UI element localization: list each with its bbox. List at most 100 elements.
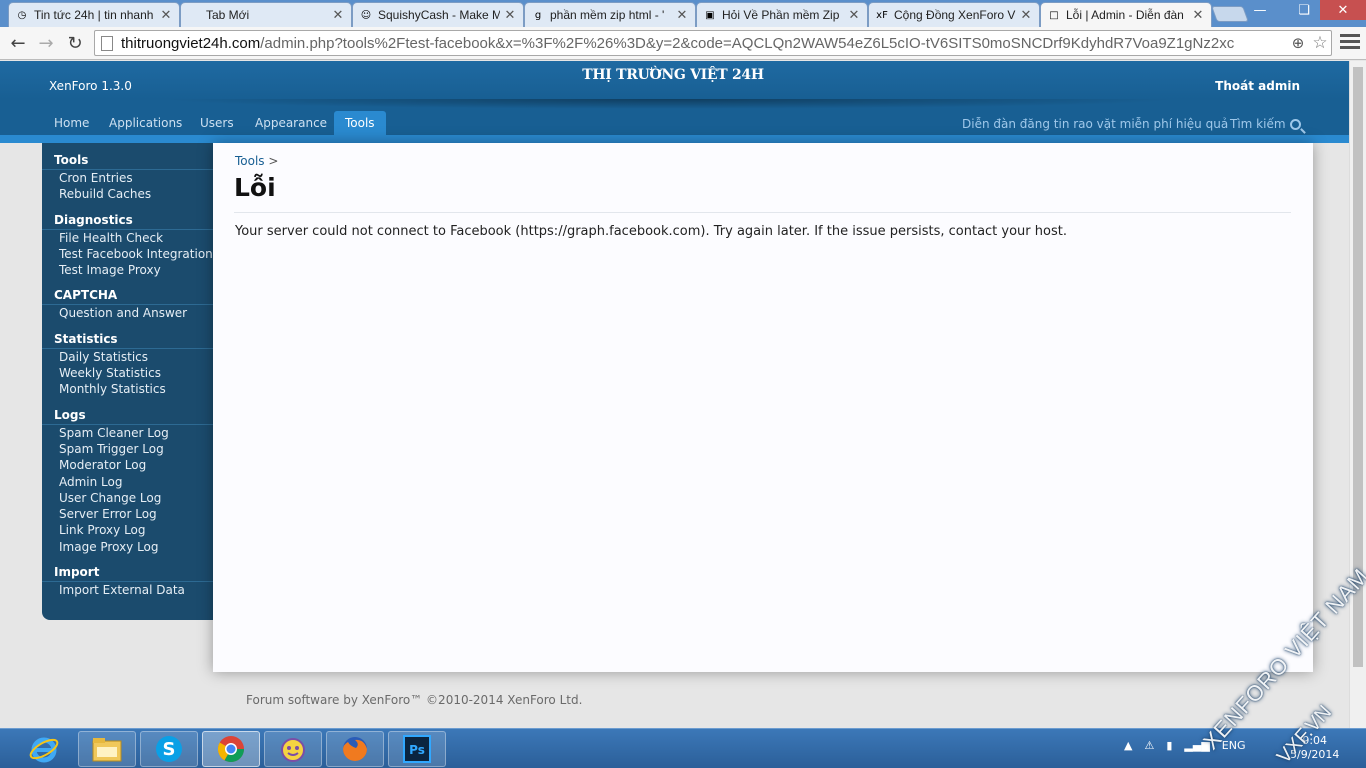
file-explorer-icon[interactable] <box>78 731 136 767</box>
sidebar-item-rebuild-caches[interactable]: Rebuild Caches <box>42 186 214 202</box>
sidebar-item-test-image-proxy[interactable]: Test Image Proxy <box>42 262 214 278</box>
bookmark-star-icon[interactable]: ☆ <box>1309 33 1331 53</box>
reload-button[interactable]: ↻ <box>63 32 87 54</box>
logout-link[interactable]: Thoát admin <box>1200 79 1300 93</box>
page-scrollbar[interactable] <box>1349 61 1366 728</box>
zoom-icon[interactable]: ⊕ <box>1287 34 1309 52</box>
sidebar-section-logs: Logs <box>42 398 214 425</box>
forward-button[interactable]: → <box>34 32 58 54</box>
network-error-icon[interactable]: ⚠ <box>1144 739 1154 752</box>
sidebar-section-captcha: CAPTCHA <box>42 278 214 306</box>
google-icon: g <box>534 9 542 21</box>
browser-tab-6[interactable]: xF Cộng Đồng XenForo V ✕ <box>868 2 1040 27</box>
sidebar-item-spam-trigger-log[interactable]: Spam Trigger Log <box>42 441 214 457</box>
sidebar-item-link-proxy-log[interactable]: Link Proxy Log <box>42 522 214 538</box>
nav-tab-applications[interactable]: Applications <box>98 111 193 135</box>
svg-text:Ps: Ps <box>409 743 425 757</box>
sidebar-item-user-change-log[interactable]: User Change Log <box>42 490 214 506</box>
sidebar-item-question-and-answer[interactable]: Question and Answer <box>42 305 214 321</box>
photoshop-icon[interactable]: Ps <box>388 731 446 767</box>
maximize-button[interactable]: ❏ <box>1289 0 1319 20</box>
browser-tab-1[interactable]: ◷ Tin tức 24h | tin nhanh ✕ <box>8 2 180 27</box>
sidebar-item-image-proxy-log[interactable]: Image Proxy Log <box>42 539 214 555</box>
search-link[interactable]: Tìm kiếm <box>1230 117 1301 131</box>
sidebar-section-tools: Tools <box>42 143 214 170</box>
sidebar-item-admin-log[interactable]: Admin Log <box>42 474 214 490</box>
browser-tab-4[interactable]: g phần mềm zip html - ' ✕ <box>524 2 696 27</box>
clock-icon: ◷ <box>17 9 27 21</box>
site-logo[interactable]: THỊ TRƯỜNG VIỆT 24H <box>560 67 786 83</box>
nav-tab-users[interactable]: Users <box>189 111 245 135</box>
nav-tab-appearance[interactable]: Appearance <box>244 111 338 135</box>
sidebar-item-daily-statistics[interactable]: Daily Statistics <box>42 349 214 365</box>
admin-nav: Home Applications Users Appearance Tools Diễ… <box>0 107 1349 135</box>
nav-tab-tools[interactable]: Tools <box>334 111 386 135</box>
main-content: Tools > Lỗi Your server could not connec… <box>213 143 1313 672</box>
tab-label: Tab Mới <box>206 8 250 22</box>
sidebar-section-statistics: Statistics <box>42 322 214 349</box>
footer-copyright[interactable]: Forum software by XenForo™ ©2010-2014 Xe… <box>246 693 582 707</box>
tab-label: Tin tức 24h | tin nhanh <box>34 8 154 22</box>
windows-taskbar: S Ps ▲ ⚠ ▮ ▂▄▆ ENG 9:04 5/9/2014 <box>0 728 1366 768</box>
xf-icon: xF <box>876 9 888 21</box>
page-icon <box>101 35 113 51</box>
chrome-menu-icon[interactable] <box>1340 34 1360 52</box>
squishy-icon: ☺ <box>360 9 372 21</box>
skype-icon[interactable]: S <box>140 731 198 767</box>
sidebar-item-moderator-log[interactable]: Moderator Log <box>42 457 214 473</box>
tab-close-icon[interactable]: ✕ <box>1019 8 1033 23</box>
internet-explorer-icon[interactable] <box>16 731 72 767</box>
tab-label: SquishyCash - Make M <box>378 8 500 22</box>
tab-close-icon[interactable]: ✕ <box>847 8 861 23</box>
tab-close-icon[interactable]: ✕ <box>159 8 173 23</box>
version-label: XenForo 1.3.0 <box>49 79 132 93</box>
new-tab-button[interactable] <box>1211 6 1249 22</box>
browser-tab-7[interactable]: □ Lỗi | Admin - Diễn đàn ✕ <box>1040 2 1212 27</box>
sidebar-section-import: Import <box>42 555 214 583</box>
breadcrumb: Tools > <box>235 154 279 168</box>
browser-tab-3[interactable]: ☺ SquishyCash - Make M ✕ <box>352 2 524 27</box>
sidebar-item-monthly-statistics[interactable]: Monthly Statistics <box>42 381 214 397</box>
show-hidden-icons[interactable]: ▲ <box>1124 739 1132 752</box>
sidebar-item-file-health-check[interactable]: File Health Check <box>42 230 214 246</box>
error-message: Your server could not connect to Faceboo… <box>235 224 1067 239</box>
sidebar-item-spam-cleaner-log[interactable]: Spam Cleaner Log <box>42 425 214 441</box>
browser-tab-strip: ◷ Tin tức 24h | tin nhanh ✕ Tab Mới ✕ ☺ Squish… <box>0 0 1366 27</box>
browser-toolbar: ← → ↻ thitruongviet24h.com/admin.php?too… <box>0 27 1366 60</box>
forum-icon: ▣ <box>705 9 715 21</box>
tab-close-icon[interactable]: ✕ <box>331 8 345 23</box>
yahoo-messenger-icon[interactable] <box>264 731 322 767</box>
sidebar-item-test-facebook-integration[interactable]: Test Facebook Integration <box>42 246 214 262</box>
tools-sidebar: Tools Cron Entries Rebuild Caches Diagnosti… <box>42 143 214 620</box>
address-bar[interactable]: thitruongviet24h.com/admin.php?tools%2Ft… <box>94 30 1332 56</box>
sidebar-item-server-error-log[interactable]: Server Error Log <box>42 506 214 522</box>
browser-tab-5[interactable]: ▣ Hỏi Về Phần mềm Zip ✕ <box>696 2 868 27</box>
sidebar-item-import-external-data[interactable]: Import External Data <box>42 582 214 598</box>
admin-header: XenForo 1.3.0 THỊ TRƯỜNG VIỆT 24H Thoát … <box>0 61 1349 135</box>
sidebar-item-weekly-statistics[interactable]: Weekly Statistics <box>42 365 214 381</box>
tab-label: phần mềm zip html - ' <box>550 8 665 22</box>
sidebar-section-diagnostics: Diagnostics <box>42 203 214 230</box>
tab-close-icon[interactable]: ✕ <box>1191 8 1205 23</box>
search-icon <box>1289 118 1301 130</box>
page-icon: □ <box>1049 9 1059 21</box>
board-tagline-link[interactable]: Diễn đàn đăng tin rao vặt miễn phí hiệu … <box>962 117 1228 131</box>
tab-label: Cộng Đồng XenForo V <box>894 8 1016 22</box>
battery-icon[interactable]: ▮ <box>1166 739 1172 752</box>
tab-label: Hỏi Về Phần mềm Zip <box>722 8 840 22</box>
tab-label: Lỗi | Admin - Diễn đàn <box>1066 8 1184 22</box>
page-title: Lỗi <box>234 173 276 202</box>
browser-tab-2[interactable]: Tab Mới ✕ <box>180 2 352 27</box>
firefox-icon[interactable] <box>326 731 384 767</box>
back-button[interactable]: ← <box>6 32 30 54</box>
url-text[interactable]: thitruongviet24h.com/admin.php?tools%2Ft… <box>121 35 1287 52</box>
svg-text:S: S <box>163 739 176 760</box>
sidebar-item-cron-entries[interactable]: Cron Entries <box>42 170 214 186</box>
tab-close-icon[interactable]: ✕ <box>675 8 689 23</box>
window-close-button[interactable]: ✕ <box>1320 0 1366 20</box>
chrome-icon[interactable] <box>202 731 260 767</box>
breadcrumb-tools[interactable]: Tools <box>235 154 265 168</box>
nav-tab-home[interactable]: Home <box>43 111 100 135</box>
minimize-button[interactable]: — <box>1245 0 1275 20</box>
tab-close-icon[interactable]: ✕ <box>503 8 517 23</box>
